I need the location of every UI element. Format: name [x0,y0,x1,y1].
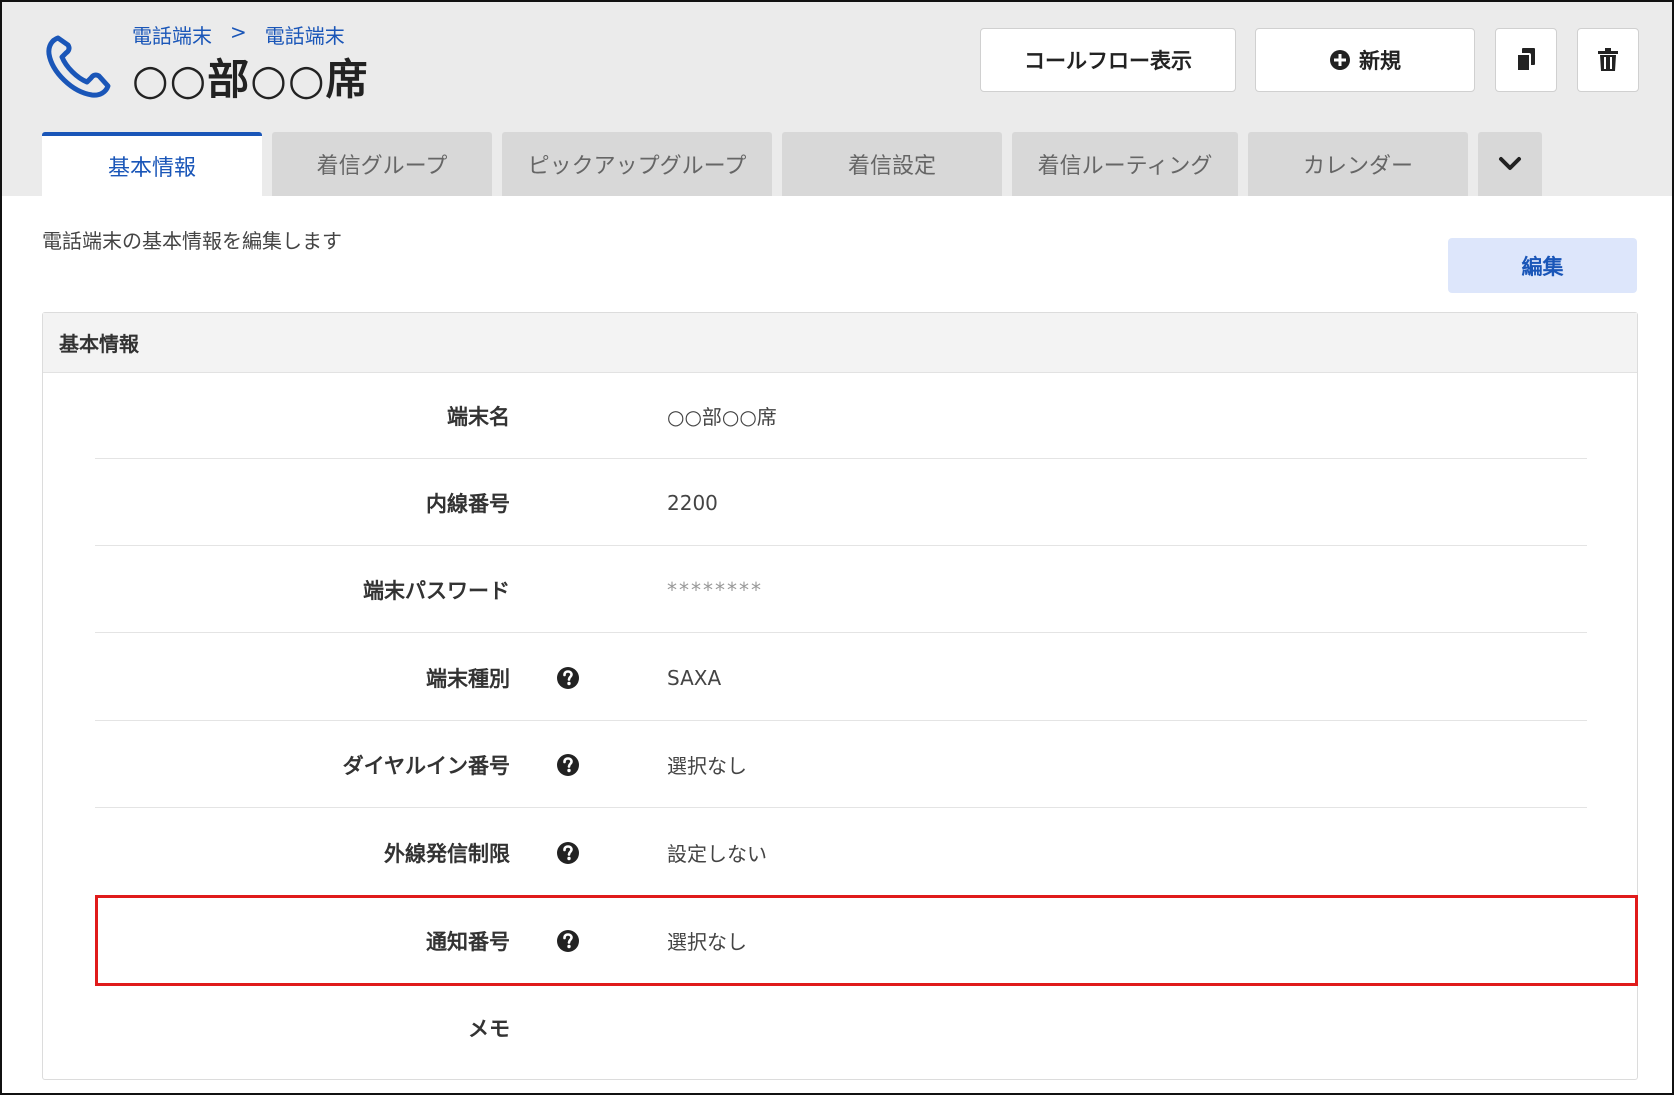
delete-button[interactable] [1577,28,1639,92]
copy-button[interactable] [1495,28,1557,92]
field-value: 選択なし [667,754,747,778]
field-value: 設定しない [667,842,767,866]
tab-label: 基本情報 [107,156,196,181]
field-label: 端末名 [447,404,510,429]
plus-circle-icon [1330,50,1350,70]
breadcrumb-item-parent[interactable]: 電話端末 [132,20,212,49]
field-value: 選択なし [667,930,747,954]
trash-icon [1598,48,1618,71]
tab-incoming-group[interactable]: 着信グループ [272,132,492,196]
field-row-extension: 内線番号 2200 [95,459,1587,546]
chevron-down-icon [1499,157,1521,170]
field-value: ○○部○○席 [667,405,777,429]
breadcrumb-item-current[interactable]: 電話端末 [265,20,345,49]
field-label: 端末種別 [426,666,510,691]
new-button-label: 新規 [1359,49,1401,73]
field-label: ダイヤルイン番号 [342,753,510,778]
breadcrumb: 電話端末 > 電話端末 [132,20,345,49]
edit-button-label: 編集 [1521,254,1564,279]
page-title: ○○部○○席 [132,55,369,104]
page-description: 電話端末の基本情報を編集します [42,229,342,253]
tab-calendar[interactable]: カレンダー [1248,132,1468,196]
panel-title: 基本情報 [43,313,1637,373]
page-header: 電話端末 > 電話端末 ○○部○○席 コールフロー表示 新規 基本情報 着信グル… [2,2,1672,196]
field-label: 通知番号 [426,929,510,954]
field-label: メモ [468,1016,510,1041]
tab-bar: 基本情報 着信グループ ピックアップグループ 着信設定 着信ルーティング カレン… [42,132,1542,196]
tab-label: 着信グループ [316,154,448,179]
tab-label: 着信設定 [847,154,936,179]
field-row-memo: メモ [95,984,1587,1071]
breadcrumb-separator: > [230,20,247,44]
field-row-dial-in: ダイヤルイン番号 選択なし [95,721,1587,808]
question-circle-icon[interactable] [556,753,580,777]
call-flow-button[interactable]: コールフロー表示 [980,28,1236,92]
field-row-device-name: 端末名 ○○部○○席 [95,372,1587,459]
edit-button[interactable]: 編集 [1448,238,1637,293]
field-value: 2200 [667,490,718,515]
question-circle-icon[interactable] [556,929,580,953]
tab-pickup-group[interactable]: ピックアップグループ [502,132,772,196]
tab-label: カレンダー [1302,154,1413,179]
phone-icon [46,35,111,98]
field-label: 端末パスワード [363,578,510,603]
tab-incoming-routing[interactable]: 着信ルーティング [1012,132,1238,196]
tab-label: ピックアップグループ [527,154,747,179]
copy-icon [1516,48,1535,72]
field-value: SAXA [667,665,722,690]
question-circle-icon[interactable] [556,841,580,865]
field-row-outbound-restriction: 外線発信制限 設定しない [95,809,1587,896]
field-label: 内線番号 [426,491,510,516]
tab-more-button[interactable] [1478,132,1542,196]
app-frame: 電話端末 > 電話端末 ○○部○○席 コールフロー表示 新規 基本情報 着信グル… [0,0,1674,1095]
tab-basic-info[interactable]: 基本情報 [42,132,262,196]
tab-label: 着信ルーティング [1037,154,1213,179]
field-label: 外線発信制限 [384,841,510,866]
tab-incoming-settings[interactable]: 着信設定 [782,132,1002,196]
new-button[interactable]: 新規 [1255,28,1475,92]
field-value: ******** [667,577,763,602]
field-row-caller-id: 通知番号 選択なし [95,897,1587,984]
question-circle-icon[interactable] [556,666,580,690]
call-flow-button-label: コールフロー表示 [1024,49,1192,73]
field-row-password: 端末パスワード ******** [95,546,1587,633]
field-row-device-type: 端末種別 SAXA [95,634,1587,721]
